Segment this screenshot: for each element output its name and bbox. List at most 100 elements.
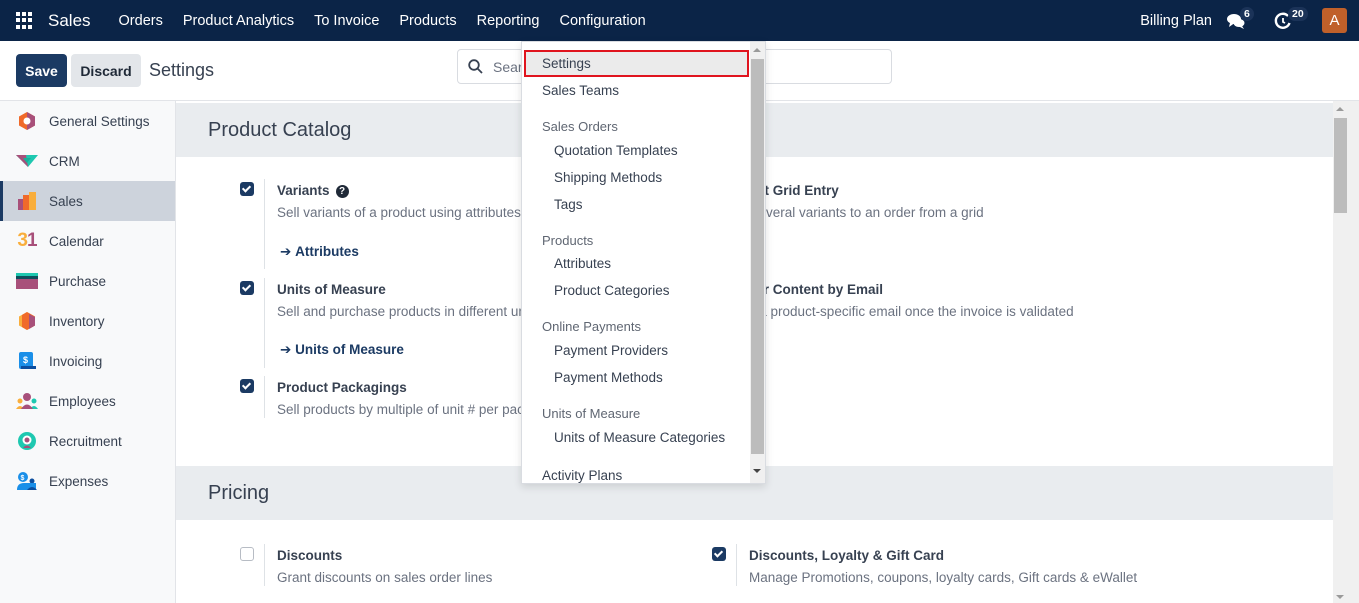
billing-plan-link[interactable]: Billing Plan — [1140, 13, 1212, 29]
loyalty-desc: Manage Promotions, coupons, loyalty card… — [749, 570, 1138, 585]
nav-configuration[interactable]: Configuration — [549, 0, 656, 41]
sidebar-item-label: Sales — [49, 193, 83, 209]
sidebar-item-sales[interactable]: Sales — [0, 181, 175, 221]
menu-item-activity-plans[interactable]: Activity Plans — [522, 462, 750, 483]
nav-product-analytics[interactable]: Product Analytics — [173, 0, 304, 41]
variants-title-text: Variants — [277, 183, 330, 198]
discounts-checkbox[interactable] — [240, 547, 254, 561]
uom-title: Units of Measure — [277, 282, 386, 297]
search-icon — [468, 59, 483, 74]
menu-item-attributes[interactable]: Attributes — [522, 250, 750, 277]
sidebar-item-label: Calendar — [49, 233, 104, 249]
menu-item-payment-methods[interactable]: Payment Methods — [522, 364, 750, 391]
nav-products[interactable]: Products — [389, 0, 466, 41]
sidebar-item-label: CRM — [49, 153, 80, 169]
navbar-systray: Billing Plan 6 20 A — [1140, 0, 1359, 41]
invoicing-icon: $ — [16, 350, 38, 372]
menu-item-uom-categories[interactable]: Units of Measure Categories — [522, 424, 750, 451]
setting-divider — [264, 544, 265, 586]
sidebar-item-recruitment[interactable]: Recruitment — [0, 421, 175, 461]
loyalty-title: Discounts, Loyalty & Gift Card — [749, 548, 945, 563]
discard-button[interactable]: Discard — [71, 54, 141, 87]
nav-to-invoice[interactable]: To Invoice — [304, 0, 389, 41]
menu-header-units-of-measure: Units of Measure — [542, 406, 641, 421]
menu-item-shipping-methods[interactable]: Shipping Methods — [522, 164, 750, 191]
scrollbar-thumb[interactable] — [1334, 118, 1347, 213]
scroll-up-arrow-icon[interactable] — [1336, 107, 1344, 111]
scroll-down-arrow-icon[interactable] — [1336, 595, 1344, 599]
setting-divider — [264, 376, 265, 418]
uom-link[interactable]: ➔ Units of Measure — [280, 342, 404, 358]
setting-divider — [264, 179, 265, 269]
general-settings-icon — [16, 110, 38, 132]
save-button[interactable]: Save — [16, 54, 67, 87]
user-avatar[interactable]: A — [1322, 8, 1347, 33]
apps-menu-icon[interactable] — [16, 12, 33, 29]
packagings-checkbox[interactable] — [240, 379, 254, 393]
uom-link-text: Units of Measure — [295, 342, 404, 357]
settings-sidebar: General Settings CRM Sales 31 Calendar P… — [0, 101, 176, 603]
sidebar-item-label: Expenses — [49, 473, 109, 489]
employees-icon — [16, 390, 38, 412]
sidebar-item-crm[interactable]: CRM — [0, 141, 175, 181]
menu-header-online-payments: Online Payments — [542, 319, 641, 334]
arrow-right-icon: ➔ — [280, 244, 292, 259]
sidebar-item-inventory[interactable]: Inventory — [0, 301, 175, 341]
menu-item-payment-providers[interactable]: Payment Providers — [522, 337, 750, 364]
page-scrollbar[interactable] — [1333, 101, 1359, 603]
nav-reporting[interactable]: Reporting — [467, 0, 550, 41]
sidebar-item-invoicing[interactable]: $ Invoicing — [0, 341, 175, 381]
svg-text:$: $ — [21, 475, 25, 482]
help-icon[interactable]: ? — [335, 185, 349, 198]
dropdown-scrollbar[interactable] — [750, 42, 765, 483]
menu-item-sales-teams[interactable]: Sales Teams — [522, 77, 750, 104]
dropdown-scrollbar-thumb[interactable] — [751, 59, 764, 454]
inventory-icon — [16, 310, 38, 332]
activities-count-badge: 20 — [1288, 6, 1308, 21]
arrow-right-icon: ➔ — [280, 342, 292, 357]
setting-divider — [736, 544, 737, 586]
calendar-icon: 31 — [16, 230, 38, 252]
svg-text:$: $ — [23, 355, 28, 365]
sidebar-item-calendar[interactable]: 31 Calendar — [0, 221, 175, 261]
sales-icon — [16, 190, 38, 212]
attributes-link[interactable]: ➔ Attributes — [280, 244, 359, 260]
dropdown-scroll-up-icon[interactable] — [753, 48, 761, 52]
crm-icon — [16, 150, 38, 172]
loyalty-checkbox[interactable] — [712, 547, 726, 561]
messages-button[interactable]: 6 — [1226, 6, 1254, 33]
messages-count-badge: 6 — [1240, 6, 1254, 21]
menu-item-product-categories[interactable]: Product Categories — [522, 277, 750, 304]
sidebar-item-label: Inventory — [49, 313, 105, 329]
sidebar-item-purchase[interactable]: Purchase — [0, 261, 175, 301]
sidebar-item-label: General Settings — [49, 113, 150, 129]
nav-orders[interactable]: Orders — [109, 0, 173, 41]
sidebar-item-label: Employees — [49, 393, 116, 409]
menu-header-sales-orders: Sales Orders — [542, 119, 618, 134]
sidebar-item-label: Recruitment — [49, 433, 122, 449]
deliver-email-desc: Send a product-specific email once the i… — [724, 304, 1074, 319]
sidebar-item-employees[interactable]: Employees — [0, 381, 175, 421]
calendar-glyph: 31 — [17, 230, 37, 251]
menu-item-tags[interactable]: Tags — [522, 191, 750, 218]
top-navbar: Sales Orders Product Analytics To Invoic… — [0, 0, 1359, 41]
variants-checkbox[interactable] — [240, 182, 254, 196]
menu-item-quotation-templates[interactable]: Quotation Templates — [522, 137, 750, 164]
sidebar-item-expenses[interactable]: $ Expenses — [0, 461, 175, 501]
dropdown-scroll-down-icon[interactable] — [753, 469, 761, 473]
app-brand[interactable]: Sales — [48, 11, 91, 31]
expenses-icon: $ — [16, 470, 38, 492]
variants-title: Variants? — [277, 183, 349, 198]
sidebar-item-label: Purchase — [49, 273, 107, 289]
attributes-link-text: Attributes — [295, 244, 359, 259]
uom-checkbox[interactable] — [240, 281, 254, 295]
discounts-desc: Grant discounts on sales order lines — [277, 570, 493, 585]
setting-divider — [264, 278, 265, 368]
configuration-dropdown: Settings Sales Teams Sales Orders Quotat… — [521, 41, 766, 484]
sidebar-item-general-settings[interactable]: General Settings — [0, 101, 175, 141]
sidebar-item-label: Invoicing — [49, 353, 103, 369]
packagings-title: Product Packagings — [277, 380, 407, 395]
discounts-title: Discounts — [277, 548, 343, 563]
menu-item-settings[interactable]: Settings — [524, 50, 749, 77]
activities-button[interactable]: 20 — [1274, 6, 1308, 33]
